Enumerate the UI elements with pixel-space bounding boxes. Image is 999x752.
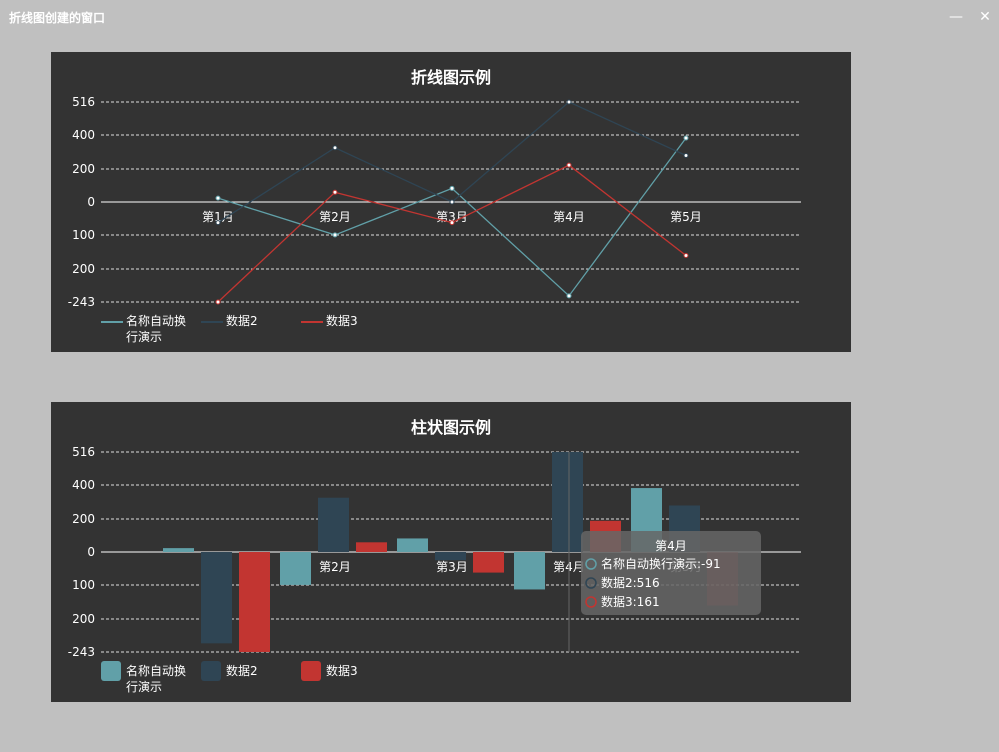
data-point [566,99,572,105]
bar [356,542,387,552]
x-tick-label: 第4月 [553,210,585,224]
bar [163,548,194,552]
data-point [449,185,455,191]
line-chart: 折线图示例5164002000100200-243第1月 第2月 第3月 第4月 第5月… [68,68,801,344]
data-point [215,220,221,226]
legend-label: 数据3 [326,313,358,328]
data-point [449,199,455,205]
y-tick-label: 100 [72,228,95,242]
data-point [332,189,338,195]
data-point [449,220,455,226]
y-tick-label: 100 [72,578,95,592]
y-tick-label: -243 [68,645,95,659]
bar-chart-panel: 柱状图示例5164002000100200-243第1月第2月第3月第4月第5月… [51,402,851,702]
chart-title: 柱状图示例 [411,418,491,437]
window-title: 折线图创建的窗口 [9,11,106,25]
tooltip-row: 数据2:516 [601,575,660,590]
bar-chart: 柱状图示例5164002000100200-243第1月第2月第3月第4月第5月… [68,418,801,694]
line-chart-panel: 折线图示例 516 400 200 0 100 200 -243 第1月 第2月 第3月 第4月 第5月… [51,52,851,352]
legend-label: 名称自动换行演示 [126,663,186,694]
bar [201,552,232,644]
window-titlebar: 折线图创建的窗口 — ✕ [0,0,999,34]
bar [239,552,270,652]
data-point [332,232,338,238]
bar [514,552,545,590]
bar [280,552,311,585]
legend-marker [101,661,121,681]
bar [473,552,504,573]
data-point [215,299,221,305]
minimize-button[interactable]: — [945,6,967,28]
tooltip-row: 名称自动换行演示:-91 [601,556,721,571]
data-point [683,135,689,141]
data-point [683,152,689,158]
chart-title: 折线图示例 [411,68,491,87]
y-tick-label: 400 [72,478,95,492]
tooltip: 第4月名称自动换行演示:-91 数据2:516 数据3:161 [581,531,761,615]
y-tick-label: 516 [72,445,95,459]
legend-label: 数据2 [226,663,258,678]
y-tick-label: -243 [68,295,95,309]
legend-label: 名称自动换行演示 [126,313,186,344]
y-tick-label: 200 [72,612,95,626]
data-point [332,145,338,151]
close-button[interactable]: ✕ [974,6,996,28]
y-tick-label: 0 [87,545,95,559]
data-point [683,252,689,258]
y-tick-label: 400 [72,128,95,142]
bar [552,452,583,552]
y-tick-label: 516 [72,95,95,109]
y-tick-label: 0 [87,195,95,209]
y-tick-label: 200 [72,512,95,526]
y-tick-label: 200 [72,162,95,176]
legend-marker [201,661,221,681]
tooltip-title: 第4月 [655,539,687,553]
tooltip-row: 数据3:161 [601,594,660,609]
data-point [566,293,572,299]
bar [435,552,466,561]
legend-marker [301,661,321,681]
x-tick-label: 第2月 [319,560,351,574]
x-tick-label: 第5月 [670,210,702,224]
data-point [566,162,572,168]
x-tick-label: 第2月 [319,210,351,224]
legend-label: 数据2 [226,313,258,328]
bar [318,497,349,552]
bar [397,538,428,552]
x-tick-label: 第3月 [436,560,468,574]
legend-label: 数据3 [326,663,358,678]
y-tick-label: 200 [72,262,95,276]
data-point [215,195,221,201]
